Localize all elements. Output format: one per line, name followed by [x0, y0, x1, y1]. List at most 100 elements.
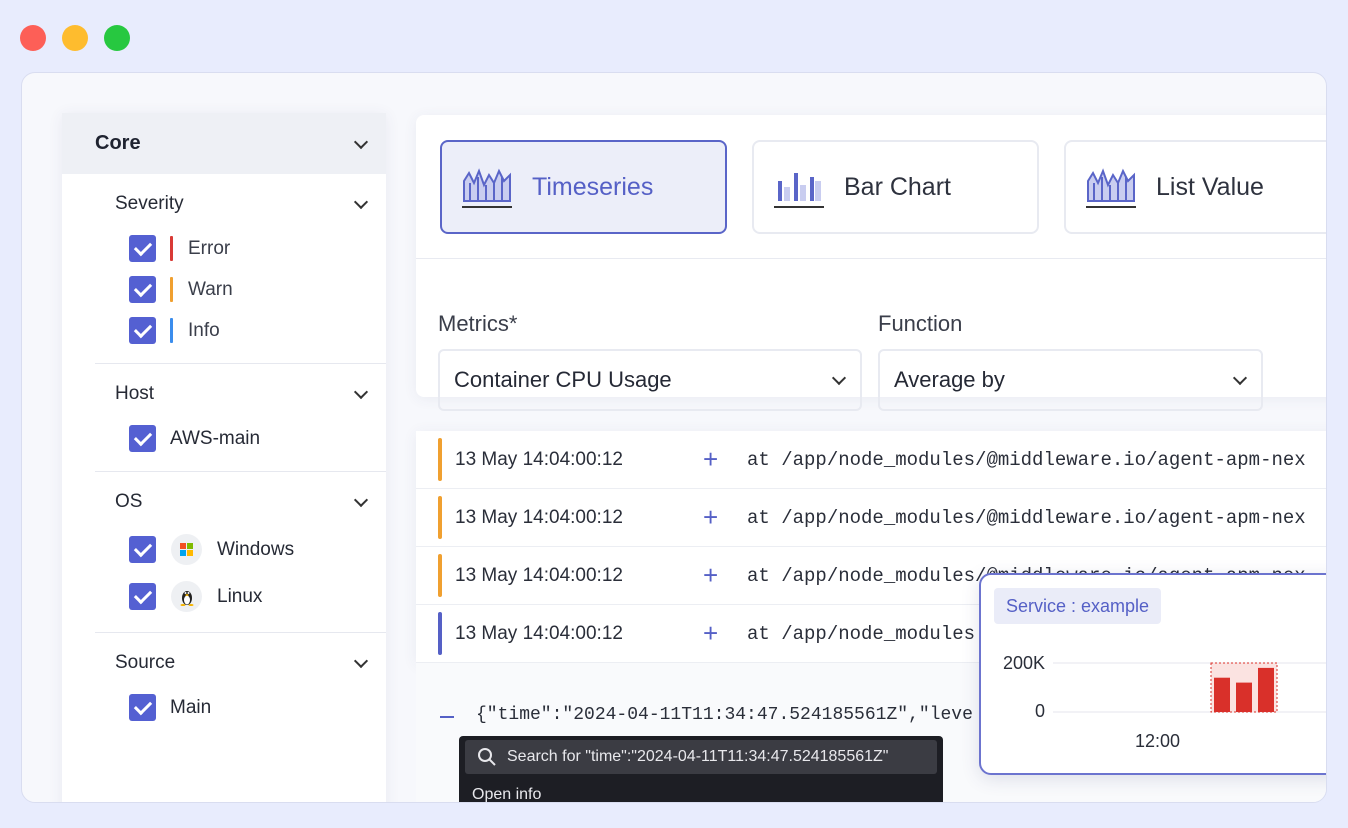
service-chart-popup: Service : example 200K 0 12:00 — [979, 573, 1326, 775]
option-label: Main — [170, 696, 212, 718]
bar-chart-card[interactable]: Bar Chart — [752, 140, 1039, 234]
severity-marker — [438, 554, 442, 597]
checkbox-main[interactable] — [129, 694, 156, 721]
severity-option-error[interactable]: Error — [95, 228, 386, 269]
core-section-header[interactable]: Core — [62, 113, 386, 174]
source-section: Source Main — [95, 633, 386, 740]
log-timestamp: 13 May 14:04:00:12 — [455, 506, 623, 528]
source-label: Source — [115, 652, 176, 673]
host-option-aws-main[interactable]: AWS-main — [95, 418, 386, 459]
log-message: at /app/node_modules/@middleware.io/agen… — [747, 448, 1306, 471]
option-label: AWS-main — [170, 427, 261, 449]
chevron-down-icon — [353, 134, 369, 149]
severity-marker — [438, 496, 442, 539]
maximize-window-button[interactable] — [104, 25, 130, 51]
host-header[interactable]: Host — [95, 364, 386, 424]
log-message: at /app/node_modules — [747, 622, 976, 645]
severity-label: Severity — [115, 193, 184, 214]
bar-chart-icon — [774, 173, 824, 208]
expand-plus-icon[interactable]: + — [703, 618, 733, 649]
chevron-down-icon — [353, 492, 369, 508]
x-tick-label: 12:00 — [1135, 731, 1181, 751]
severity-marker — [438, 612, 442, 655]
os-option-windows[interactable]: Windows — [95, 526, 386, 573]
option-label: Windows — [217, 538, 295, 560]
log-row[interactable]: 13 May 14:04:00:12 + at /app/node_module… — [416, 431, 1326, 489]
metrics-label: Metrics* — [438, 311, 518, 336]
divider — [416, 258, 1326, 259]
chevron-down-icon — [831, 370, 847, 386]
timeseries-icon — [462, 168, 512, 208]
os-section: OS Windows Linux — [95, 472, 386, 633]
search-for-label: Search for "time":"2024-04-11T11:34:47.5… — [507, 748, 889, 765]
severity-option-info[interactable]: Info — [95, 310, 386, 351]
expand-plus-icon[interactable]: + — [703, 444, 733, 475]
chevron-down-icon — [353, 194, 369, 210]
metrics-select[interactable]: Container CPU Usage — [438, 349, 862, 411]
bar[interactable] — [1258, 667, 1274, 712]
function-select[interactable]: Average by — [878, 349, 1263, 411]
metrics-value: Container CPU Usage — [454, 367, 672, 392]
source-option-main[interactable]: Main — [95, 687, 386, 728]
checkbox-linux[interactable] — [129, 583, 156, 610]
checkbox-error[interactable] — [129, 235, 156, 262]
chevron-down-icon — [353, 653, 369, 669]
chevron-down-icon — [1232, 370, 1248, 386]
list-value-card[interactable]: List Value — [1064, 140, 1326, 234]
function-label: Function — [878, 311, 963, 336]
error-color-bar — [170, 236, 173, 261]
search-icon — [478, 748, 496, 766]
checkbox-warn[interactable] — [129, 276, 156, 303]
json-text[interactable]: {"time":"2024-04-11T11:34:47.524185561Z"… — [476, 705, 973, 725]
option-label: Error — [188, 237, 231, 259]
function-value: Average by — [894, 367, 1005, 392]
expand-plus-icon[interactable]: + — [703, 502, 733, 533]
bar[interactable] — [1214, 677, 1230, 712]
search-for-menu-item[interactable]: Search for "time":"2024-04-11T11:34:47.5… — [465, 740, 937, 774]
os-header[interactable]: OS — [95, 472, 386, 532]
host-label: Host — [115, 383, 155, 404]
os-label: OS — [115, 491, 143, 512]
option-label: Linux — [217, 585, 263, 607]
log-row[interactable]: 13 May 14:04:00:12 + at /app/node_module… — [416, 489, 1326, 547]
warn-color-bar — [170, 277, 173, 302]
expand-plus-icon[interactable]: + — [703, 560, 733, 591]
card-label: Bar Chart — [844, 172, 951, 201]
collapse-minus-icon[interactable] — [440, 716, 454, 718]
filter-sidebar: Core Severity Error Warn Info Host AWS-m… — [62, 113, 386, 802]
app-window: Core Severity Error Warn Info Host AWS-m… — [21, 72, 1327, 803]
minimize-window-button[interactable] — [62, 25, 88, 51]
expanded-json-line: {"time":"2024-04-11T11:34:47.524185561Z"… — [440, 705, 973, 725]
service-filter-chip[interactable]: Service : example — [994, 588, 1162, 624]
option-label: Info — [188, 319, 220, 341]
log-timestamp: 13 May 14:04:00:12 — [455, 564, 623, 586]
severity-marker — [438, 438, 442, 481]
open-info-menu-item[interactable]: Open info — [472, 786, 541, 802]
checkbox-aws-main[interactable] — [129, 425, 156, 452]
core-label: Core — [95, 132, 141, 154]
info-color-bar — [170, 318, 173, 343]
option-label: Warn — [188, 278, 233, 300]
list-value-icon — [1086, 168, 1136, 208]
chevron-down-icon — [353, 384, 369, 400]
host-section: Host AWS-main — [95, 364, 386, 472]
log-message: at /app/node_modules/@middleware.io/agen… — [747, 506, 1306, 529]
windows-icon — [171, 534, 202, 565]
checkbox-info[interactable] — [129, 317, 156, 344]
timeseries-card[interactable]: Timeseries — [440, 140, 727, 234]
linux-icon — [171, 581, 202, 612]
os-option-linux[interactable]: Linux — [95, 573, 386, 620]
card-label: Timeseries — [532, 172, 654, 201]
close-window-button[interactable] — [20, 25, 46, 51]
log-timestamp: 13 May 14:04:00:12 — [455, 448, 623, 470]
log-timestamp: 13 May 14:04:00:12 — [455, 622, 623, 644]
severity-option-warn[interactable]: Warn — [95, 269, 386, 310]
bar-chart — [1053, 662, 1326, 713]
severity-section: Severity Error Warn Info — [95, 174, 386, 364]
bar[interactable] — [1236, 682, 1252, 712]
checkbox-windows[interactable] — [129, 536, 156, 563]
source-header[interactable]: Source — [95, 633, 386, 693]
context-menu: Search for "time":"2024-04-11T11:34:47.5… — [459, 736, 943, 802]
severity-header[interactable]: Severity — [95, 174, 386, 234]
card-label: List Value — [1156, 172, 1264, 201]
